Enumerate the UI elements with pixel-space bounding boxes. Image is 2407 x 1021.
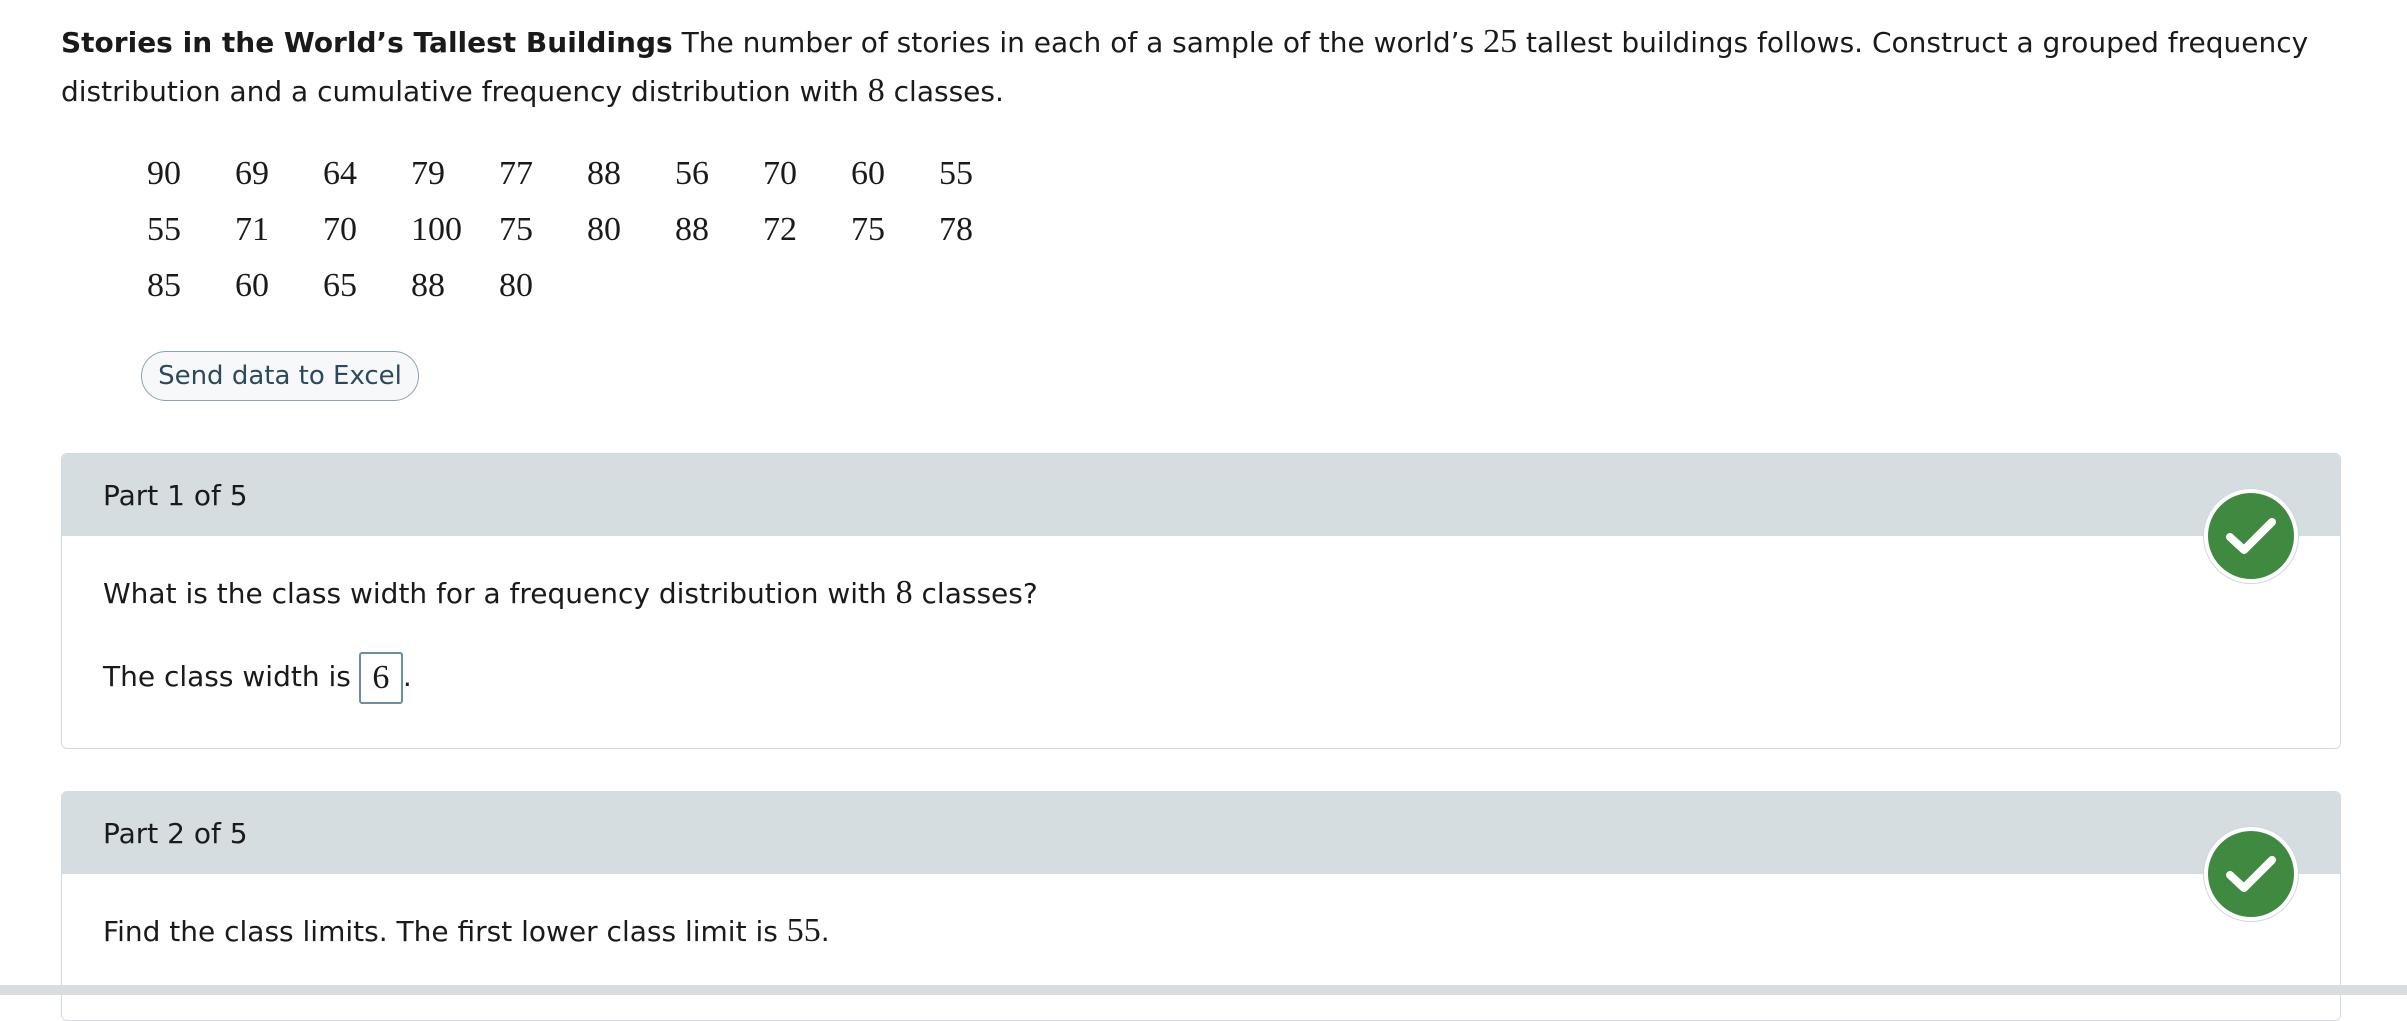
send-to-excel-button[interactable]: Send data to Excel — [141, 351, 419, 401]
data-cell: 88 — [675, 211, 709, 248]
problem-text-1: The number of stories in each of a sampl… — [672, 26, 1484, 59]
data-row: 90 69 64 79 77 88 56 70 60 55 — [134, 146, 1014, 202]
data-cell: 56 — [675, 155, 709, 192]
part-2-header: Part 2 of 5 — [62, 792, 2340, 874]
problem-statement: Stories in the World’s Tallest Buildings… — [61, 18, 2361, 116]
answer-period: . — [402, 660, 412, 693]
part-1-question-num: 8 — [895, 574, 913, 611]
data-cell: 79 — [411, 155, 445, 192]
data-cell: 55 — [147, 211, 181, 248]
data-cell: 71 — [235, 211, 269, 248]
num-classes: 8 — [867, 72, 885, 109]
data-cell: 77 — [499, 155, 533, 192]
problem-text-3: classes. — [884, 75, 1004, 108]
data-cell: 72 — [763, 211, 797, 248]
data-cell: 65 — [323, 267, 357, 304]
data-cell: 70 — [323, 211, 357, 248]
data-table: 90 69 64 79 77 88 56 70 60 55 55 71 70 100 75 80 88 72 75 7… — [134, 146, 1014, 314]
problem-title: Stories in the World’s Tallest Buildings — [61, 26, 673, 59]
part-2-question: Find the class limits. The first lower c… — [103, 912, 830, 950]
part-2-text-1: Find the class limits. The first lower c… — [103, 915, 787, 948]
part-1-question: What is the class width for a frequency … — [103, 574, 1038, 612]
part-2-text-2: . — [820, 915, 830, 948]
data-cell: 90 — [147, 155, 181, 192]
data-cell: 80 — [499, 267, 533, 304]
data-row: 55 71 70 100 75 80 88 72 75 78 — [134, 202, 1014, 258]
data-row: 85 60 65 88 80 — [134, 258, 1014, 314]
part-1-title: Part 1 of 5 — [103, 478, 248, 512]
part-1-panel: Part 1 of 5 What is the class width for … — [61, 453, 2341, 749]
data-cell: 100 — [411, 211, 462, 248]
part-1-question-text-2: classes? — [912, 577, 1038, 610]
data-cell: 60 — [851, 155, 885, 192]
data-cell: 75 — [851, 211, 885, 248]
data-cell: 64 — [323, 155, 357, 192]
data-cell: 88 — [587, 155, 621, 192]
part-1-question-text-1: What is the class width for a frequency … — [103, 577, 896, 610]
class-width-input[interactable]: 6 — [358, 652, 403, 704]
data-cell: 80 — [587, 211, 621, 248]
data-cell: 69 — [235, 155, 269, 192]
data-cell: 75 — [499, 211, 533, 248]
data-cell: 88 — [411, 267, 445, 304]
data-cell: 60 — [235, 267, 269, 304]
part-1-header: Part 1 of 5 — [62, 454, 2340, 536]
data-cell: 70 — [763, 155, 797, 192]
data-cell: 78 — [939, 211, 973, 248]
class-width-label: The class width is — [103, 660, 351, 693]
sample-size: 25 — [1483, 23, 1518, 60]
checkmark-icon — [2204, 489, 2298, 583]
data-cell: 85 — [147, 267, 181, 304]
part-1-answer-line: The class width is 6. — [103, 652, 412, 704]
first-lower-limit: 55 — [786, 912, 821, 949]
data-cell: 55 — [939, 155, 973, 192]
checkmark-icon — [2204, 827, 2298, 921]
part-2-title: Part 2 of 5 — [103, 816, 248, 850]
horizontal-scrollbar[interactable] — [0, 985, 2407, 995]
